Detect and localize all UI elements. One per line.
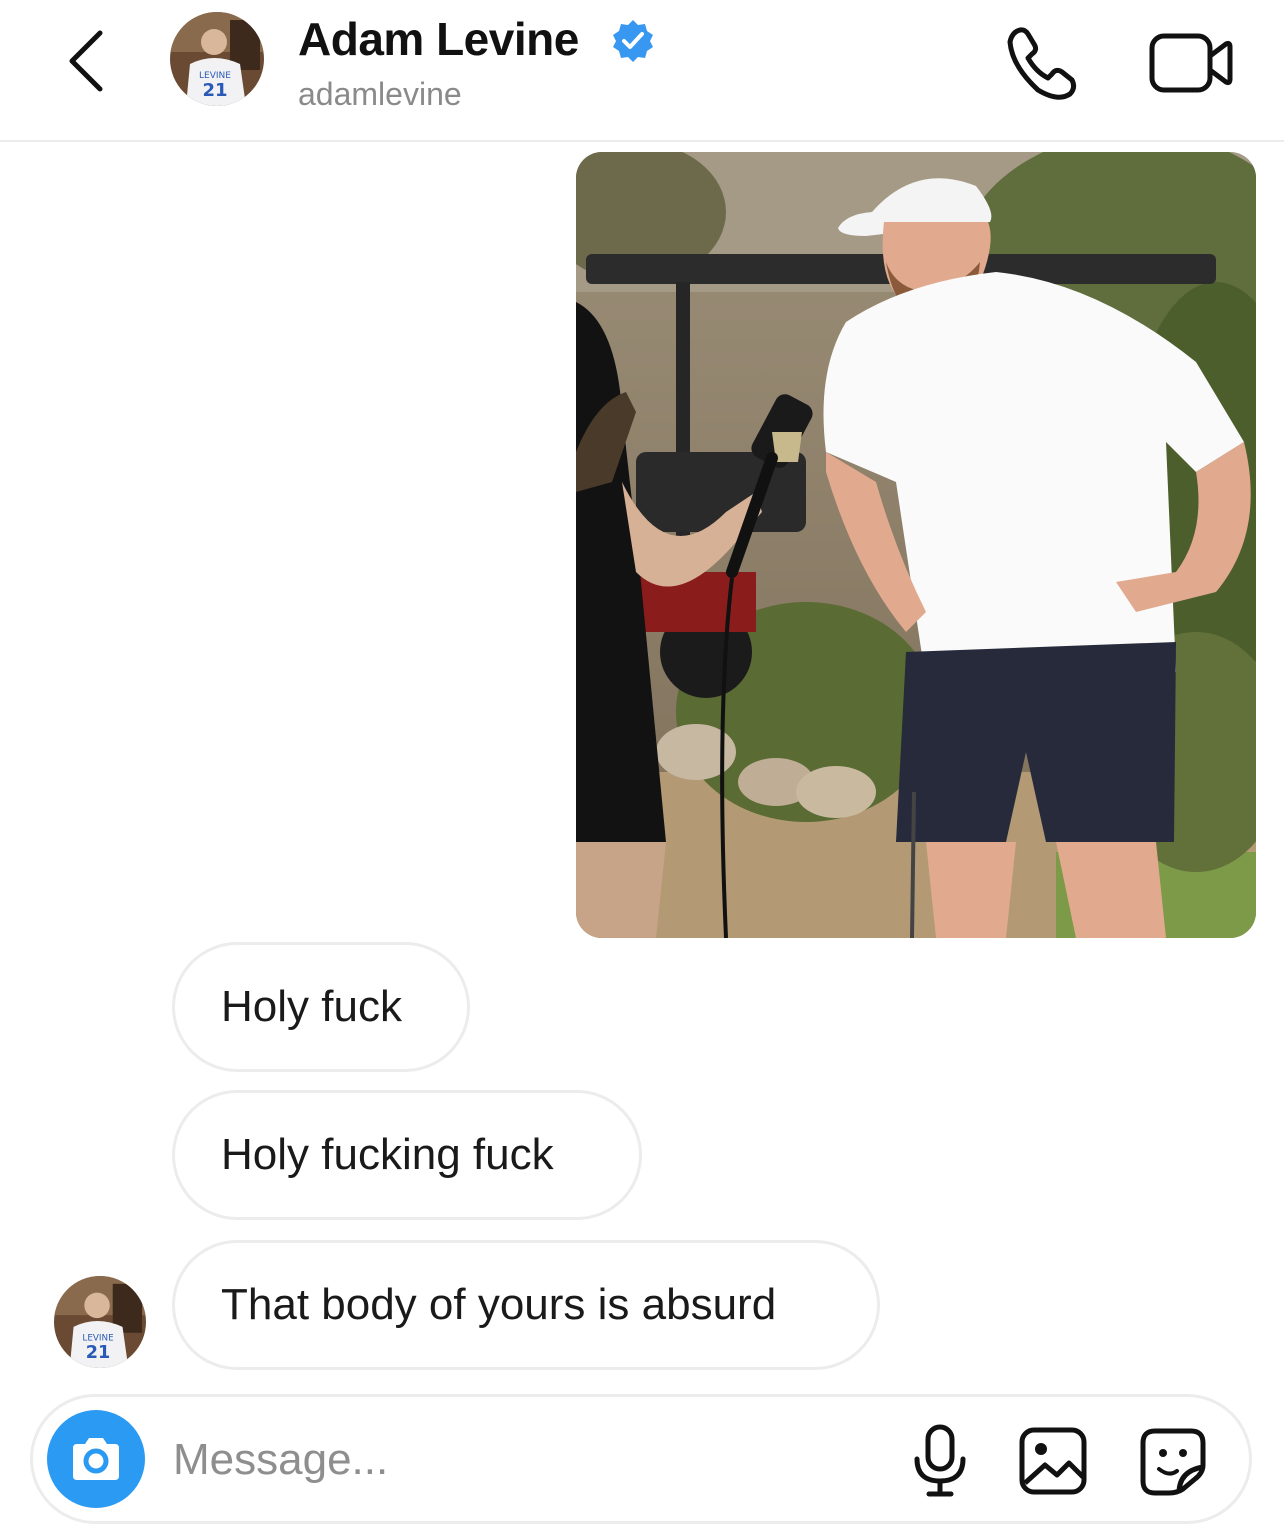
camera-icon: [73, 1438, 119, 1480]
video-call-icon: [1149, 33, 1233, 93]
message-text: Holy fuck: [221, 982, 402, 1031]
audio-call-button[interactable]: [1000, 22, 1082, 104]
svg-text:21: 21: [86, 1343, 111, 1363]
back-arrow-icon: [69, 30, 103, 92]
video-call-button[interactable]: [1146, 22, 1236, 104]
svg-text:21: 21: [202, 80, 227, 101]
phone-call-icon: [1007, 27, 1077, 100]
microphone-icon: [914, 1424, 966, 1497]
sender-avatar[interactable]: LEVINE 21: [54, 1276, 146, 1368]
voice-message-button[interactable]: [905, 1423, 975, 1499]
message-text: That body of yours is absurd: [221, 1280, 777, 1329]
photo-message[interactable]: [576, 152, 1256, 938]
camera-button[interactable]: [47, 1410, 145, 1508]
contact-name[interactable]: Adam Levine: [298, 12, 579, 66]
gallery-button[interactable]: [1017, 1425, 1089, 1497]
sticker-icon: [1140, 1428, 1206, 1496]
back-button[interactable]: [60, 26, 112, 96]
verified-badge-icon: [610, 18, 656, 64]
message-composer: [30, 1394, 1252, 1524]
gallery-icon: [1019, 1427, 1087, 1495]
message-bubble[interactable]: Holy fucking fuck: [172, 1090, 642, 1220]
sticker-button[interactable]: [1135, 1423, 1211, 1499]
svg-text:LEVINE: LEVINE: [82, 1334, 113, 1344]
message-text: Holy fucking fuck: [221, 1130, 554, 1179]
message-input[interactable]: [173, 1427, 873, 1493]
profile-avatar[interactable]: LEVINE 21: [170, 12, 264, 106]
message-bubble[interactable]: Holy fuck: [172, 942, 470, 1072]
contact-handle[interactable]: adamlevine: [298, 76, 462, 113]
chat-header: LEVINE 21 Adam Levine adamlevine: [0, 0, 1284, 142]
message-bubble[interactable]: That body of yours is absurd: [172, 1240, 880, 1370]
